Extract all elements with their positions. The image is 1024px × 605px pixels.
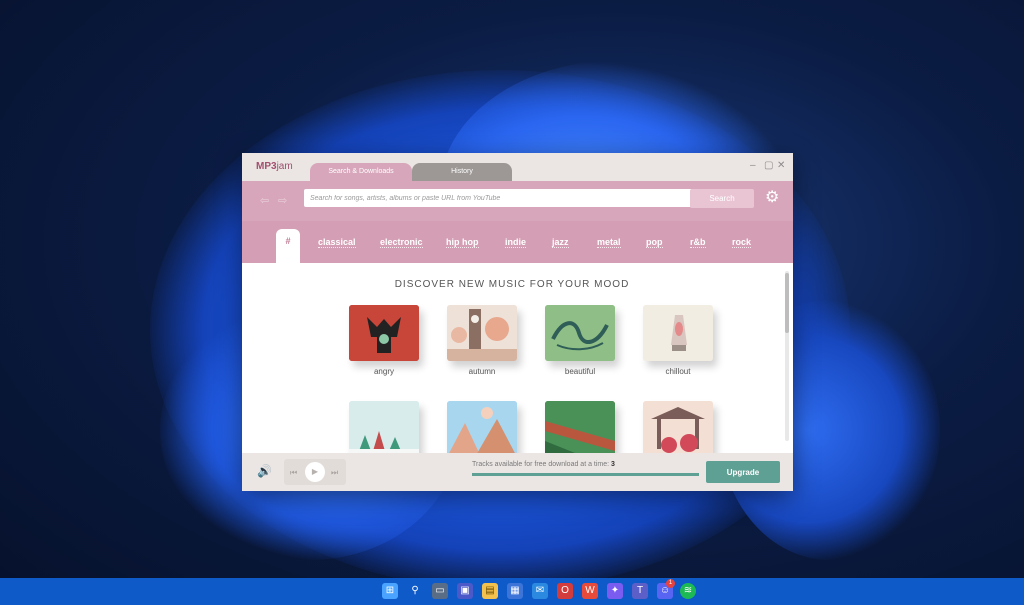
mood-label-angry: angry	[373, 367, 394, 376]
gear-icon[interactable]: ⚙	[765, 190, 779, 206]
genre-bar: # classical electronic hip hop indie jaz…	[242, 221, 793, 263]
upgrade-button[interactable]: Upgrade	[706, 461, 780, 483]
minimize-icon[interactable]: –	[750, 160, 756, 172]
discover-heading: DISCOVER NEW MUSIC FOR YOUR MOOD	[394, 279, 630, 290]
mood-label-autumn: autumn	[468, 367, 496, 376]
genre-classical[interactable]: classical	[318, 237, 356, 248]
search-input[interactable]	[304, 189, 698, 207]
genre-jazz[interactable]: jazz	[552, 237, 569, 248]
task-view-icon[interactable]: ▭	[432, 583, 448, 599]
beautiful-artwork	[545, 305, 615, 361]
mood-tile[interactable]	[643, 401, 713, 457]
genre-rnb[interactable]: r&b	[690, 237, 706, 248]
close-icon[interactable]: ✕	[777, 160, 785, 172]
mood-label-beautiful: beautiful	[564, 367, 596, 376]
scrollbar-thumb[interactable]	[785, 273, 789, 333]
app-logo: MP3jam	[256, 161, 293, 172]
genre-metal[interactable]: metal	[597, 237, 621, 248]
title-bar: MP3jam Search & Downloads History – ▢ ✕	[242, 153, 793, 181]
wps-icon[interactable]: W	[582, 583, 598, 599]
angry-artwork	[349, 305, 419, 361]
search-button[interactable]: Search	[690, 189, 754, 208]
app-window: MP3jam Search & Downloads History – ▢ ✕ …	[242, 153, 793, 491]
teams-icon[interactable]: T	[632, 583, 648, 599]
previous-icon[interactable]: ⏮	[290, 468, 297, 478]
notification-badge: 1	[666, 579, 675, 588]
forward-icon[interactable]: ⇨	[278, 194, 287, 207]
store-icon[interactable]: ▦	[507, 583, 523, 599]
file-explorer-icon[interactable]: ▤	[482, 583, 498, 599]
player-controls: ⏮ ▶ ⏭	[284, 459, 346, 485]
genre-hip-hop[interactable]: hip hop	[446, 237, 479, 248]
opera-icon[interactable]: O	[557, 583, 573, 599]
mood-tile-chillout[interactable]	[643, 305, 713, 361]
winter-artwork	[349, 401, 419, 457]
mood-tile[interactable]	[545, 401, 615, 457]
genre-electronic[interactable]: electronic	[380, 237, 423, 248]
next-icon[interactable]: ⏭	[331, 468, 338, 478]
play-button[interactable]: ▶	[305, 462, 325, 482]
autumn-artwork	[447, 305, 517, 361]
mood-label-chillout: chillout	[665, 367, 691, 376]
spotify-icon[interactable]: ≋	[680, 583, 696, 599]
pavilion-artwork	[643, 401, 713, 457]
free-tracks-count: 3	[611, 461, 615, 468]
mood-tile-autumn[interactable]	[447, 305, 517, 361]
search-bar: ⇦ ⇨ Search ⚙	[242, 181, 793, 221]
mood-tile[interactable]	[447, 401, 517, 457]
taskbar: ⊞ ⚲ ▭ ▣ ▤ ▦ ✉ O W ✦ T ☺ 1 ≋	[0, 578, 1024, 605]
free-tracks-info: Tracks available for free download at a …	[472, 461, 615, 468]
messenger-icon[interactable]: ✦	[607, 583, 623, 599]
genre-indie[interactable]: indie	[505, 237, 527, 248]
free-tracks-progress	[472, 473, 699, 476]
maximize-icon[interactable]: ▢	[764, 160, 773, 172]
spring-artwork	[447, 401, 517, 457]
mail-icon[interactable]: ✉	[532, 583, 548, 599]
forest-artwork	[545, 401, 615, 457]
genre-pop[interactable]: pop	[646, 237, 663, 248]
back-icon[interactable]: ⇦	[260, 194, 269, 207]
discover-section: DISCOVER NEW MUSIC FOR YOUR MOOD angry a…	[242, 263, 793, 457]
start-icon[interactable]: ⊞	[382, 583, 398, 599]
chillout-artwork	[643, 305, 713, 361]
mood-tile-beautiful[interactable]	[545, 305, 615, 361]
search-icon[interactable]: ⚲	[407, 583, 423, 599]
mood-tile-angry[interactable]	[349, 305, 419, 361]
tab-search-downloads[interactable]: Search & Downloads	[310, 163, 412, 181]
chat-icon[interactable]: ▣	[457, 583, 473, 599]
player-footer: 🔊 ⏮ ▶ ⏭ Tracks available for free downlo…	[242, 453, 793, 491]
mood-tile[interactable]	[349, 401, 419, 457]
genre-tab-hash[interactable]: #	[276, 229, 300, 263]
genre-rock[interactable]: rock	[732, 237, 752, 248]
tab-history[interactable]: History	[412, 163, 512, 181]
volume-icon[interactable]: 🔊	[257, 464, 272, 478]
